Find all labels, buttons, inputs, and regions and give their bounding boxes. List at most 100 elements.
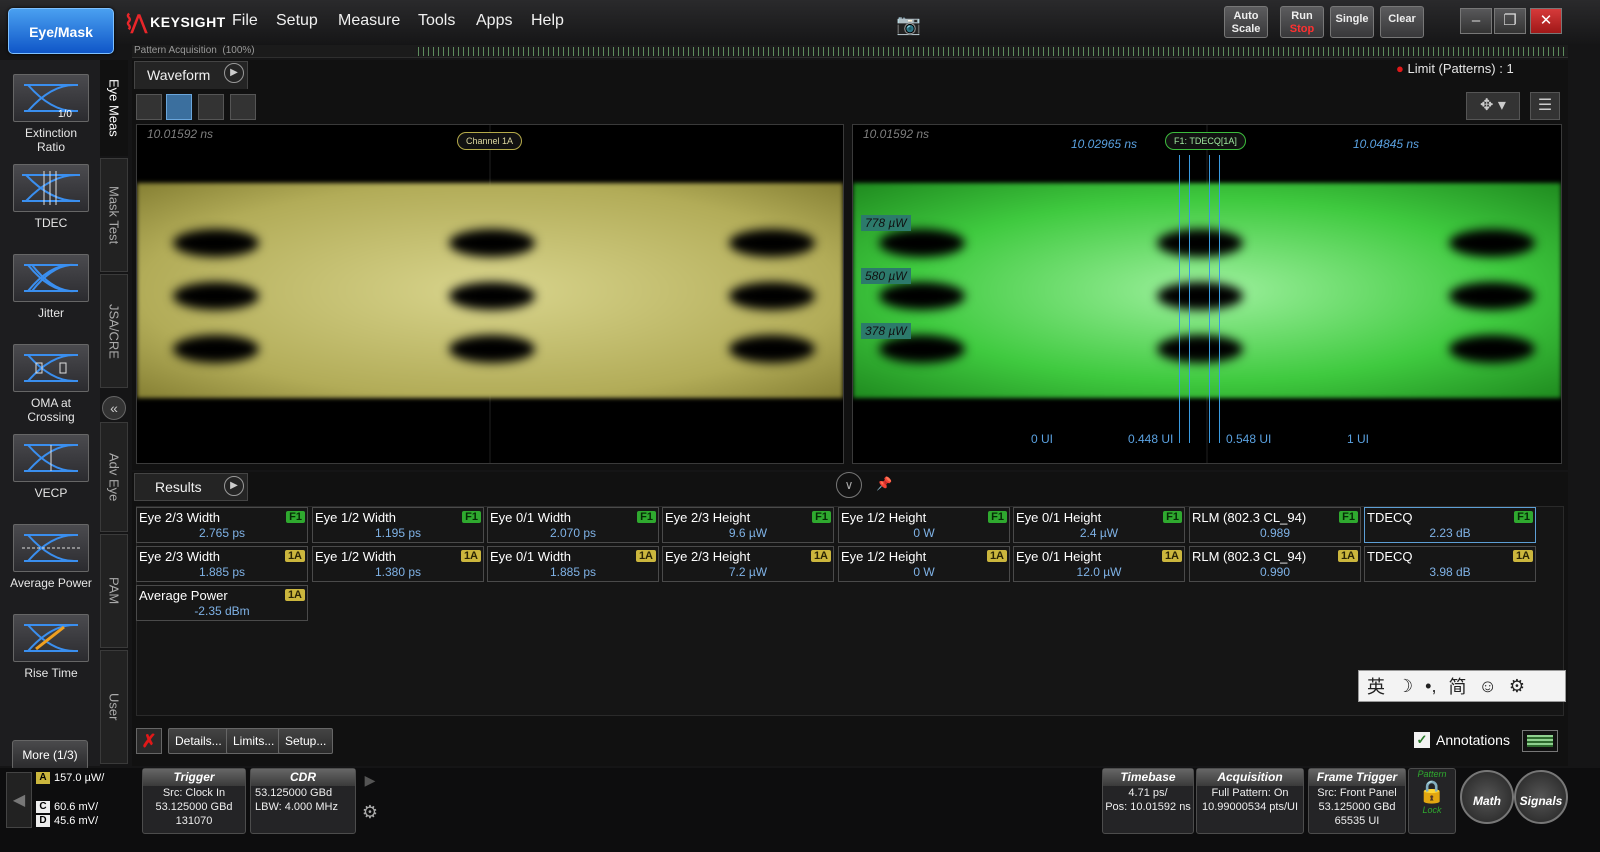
gear-icon[interactable]: ⚙ xyxy=(358,802,382,828)
menu-help[interactable]: Help xyxy=(531,12,564,30)
play-icon[interactable]: ▶ xyxy=(224,476,244,496)
waveform-tab-label: Waveform xyxy=(147,67,211,83)
tool-jitter[interactable]: Jitter xyxy=(10,254,92,320)
setup-button[interactable]: Setup... xyxy=(278,728,334,754)
emoji-icon[interactable]: ☺ xyxy=(1478,676,1496,697)
signals-button[interactable]: Signals xyxy=(1514,770,1568,824)
autoscale-button[interactable]: Auto Scale xyxy=(1224,6,1268,38)
tab-user[interactable]: User xyxy=(100,650,128,764)
result-cell[interactable]: Average Power 1A -2.35 dBm xyxy=(136,585,308,621)
result-cell[interactable]: Eye 0/1 Width F1 2.070 ps xyxy=(487,507,659,543)
result-cell[interactable]: RLM (802.3 CL_94) 1A 0.990 xyxy=(1189,546,1361,582)
timebase-position: Pos: 10.01592 ns xyxy=(1105,801,1191,813)
channel-a-scale[interactable]: A 157.0 µW/ xyxy=(36,772,104,784)
gear-icon[interactable]: ⚙ xyxy=(1509,676,1525,697)
scroll-left-icon[interactable]: ◀ xyxy=(6,772,32,828)
single-button[interactable]: Single xyxy=(1330,6,1374,38)
frame-trigger-ui: 65535 UI xyxy=(1334,815,1380,827)
result-cell[interactable]: Eye 1/2 Width 1A 1.380 ps xyxy=(312,546,484,582)
clear-button[interactable]: Clear xyxy=(1380,6,1424,38)
camera-icon[interactable]: 📷 xyxy=(896,12,924,36)
cdr-panel[interactable]: CDR 53.125000 GBd LBW: 4.000 MHz xyxy=(250,768,356,834)
moon-icon[interactable]: ☽ xyxy=(1397,676,1413,697)
result-cell[interactable]: Eye 2/3 Width F1 2.765 ps xyxy=(136,507,308,543)
result-cell[interactable]: Eye 2/3 Height 1A 7.2 µW xyxy=(662,546,834,582)
layout-quad-icon[interactable] xyxy=(230,94,256,120)
source-badge: F1 xyxy=(988,511,1007,523)
brand-name: KEYSIGHT xyxy=(150,14,226,30)
tool-label: Average Power xyxy=(10,576,92,590)
math-button[interactable]: Math xyxy=(1460,770,1514,824)
result-cell[interactable]: Eye 2/3 Height F1 9.6 µW xyxy=(662,507,834,543)
result-cell[interactable]: Eye 0/1 Height 1A 12.0 µW xyxy=(1013,546,1185,582)
chevron-down-icon[interactable]: ∨ xyxy=(836,472,862,498)
menu-file[interactable]: File xyxy=(232,12,258,30)
result-cell[interactable]: Eye 1/2 Height 1A 0 W xyxy=(838,546,1010,582)
result-cell[interactable]: Eye 0/1 Height F1 2.4 µW xyxy=(1013,507,1185,543)
menu-measure[interactable]: Measure xyxy=(338,12,400,30)
menu-icon[interactable]: ☰ xyxy=(1530,92,1560,120)
tab-eye-meas[interactable]: Eye Meas xyxy=(100,60,128,156)
layout-single-icon[interactable] xyxy=(136,94,162,120)
simplified-icon[interactable]: 简 xyxy=(1448,673,1466,699)
result-cell[interactable]: Eye 1/2 Height F1 0 W xyxy=(838,507,1010,543)
source-badge: 1A xyxy=(986,550,1007,562)
tab-pam[interactable]: PAM xyxy=(100,534,128,648)
restore-icon[interactable]: ❐ xyxy=(1494,8,1526,34)
details-button[interactable]: Details... xyxy=(168,728,229,754)
tab-adv-eye[interactable]: Adv Eye xyxy=(100,422,128,532)
menu-apps[interactable]: Apps xyxy=(476,12,512,30)
limits-button[interactable]: Limits... xyxy=(226,728,282,754)
layout-stacked-icon[interactable] xyxy=(198,94,224,120)
source-badge: F1 xyxy=(637,511,656,523)
channel-d-scale[interactable]: D 45.6 mV/ xyxy=(36,815,98,827)
trigger-panel[interactable]: Trigger Src: Clock In 53.125000 GBd 131070 xyxy=(142,768,246,834)
menu-tools[interactable]: Tools xyxy=(418,12,455,30)
function-tag[interactable]: F1: TDECQ[1A] xyxy=(1165,132,1246,150)
close-icon[interactable]: ✕ xyxy=(1530,8,1562,34)
pan-zoom-icon[interactable]: ✥ ▾ xyxy=(1466,92,1520,120)
result-cell[interactable]: Eye 0/1 Width 1A 1.885 ps xyxy=(487,546,659,582)
result-cell[interactable]: TDECQ 1A 3.98 dB xyxy=(1364,546,1536,582)
frame-trigger-panel[interactable]: Frame Trigger Src: Front Panel 53.125000 G… xyxy=(1308,768,1406,834)
menu-setup[interactable]: Setup xyxy=(276,12,318,30)
result-cell[interactable]: RLM (802.3 CL_94) F1 0.989 xyxy=(1189,507,1361,543)
result-cell[interactable]: TDECQ F1 2.23 dB xyxy=(1364,507,1536,543)
collapse-panel-icon[interactable]: « xyxy=(102,396,126,420)
checkbox-icon[interactable]: ✓ xyxy=(1414,732,1430,748)
punctuation-icon[interactable]: •, xyxy=(1425,676,1436,697)
tool-rise-time[interactable]: Rise Time xyxy=(10,614,92,680)
result-value: 0.989 xyxy=(1259,526,1291,540)
more-tools-button[interactable]: More (1/3) xyxy=(12,740,88,770)
ime-english-icon[interactable]: 英 xyxy=(1367,673,1385,699)
pin-icon[interactable]: 📌 xyxy=(876,476,892,492)
tool-vecp[interactable]: VECP xyxy=(10,434,92,500)
annotation-style-icon[interactable] xyxy=(1522,730,1558,752)
tab-jsa-cre[interactable]: JSA/CRE xyxy=(100,274,128,388)
run-stop-button[interactable]: Run Stop xyxy=(1280,6,1324,38)
tool-oma-crossing[interactable]: OMA at Crossing xyxy=(10,344,92,424)
acquisition-panel[interactable]: Acquisition Full Pattern: On 10.99000534 p… xyxy=(1196,768,1304,834)
tab-mask-test[interactable]: Mask Test xyxy=(100,158,128,272)
delete-measurement-icon[interactable]: ✗ xyxy=(136,728,162,754)
annotations-toggle[interactable]: ✓ Annotations xyxy=(1414,732,1510,748)
source-badge: F1 xyxy=(812,511,831,523)
eye-diagram-f1-tdecq[interactable]: 10.01592 ns F1: TDECQ[1A] 10.02965 ns 10… xyxy=(852,124,1562,464)
layout-split-icon[interactable] xyxy=(166,94,192,120)
play-icon[interactable]: ▶ xyxy=(224,63,244,83)
eye-diagram-channel-1a[interactable]: 10.01592 ns Channel 1A xyxy=(136,124,844,464)
tool-tdec[interactable]: TDEC xyxy=(10,164,92,230)
pattern-lock-panel[interactable]: Pattern 🔒 Lock xyxy=(1408,768,1456,834)
result-cell[interactable]: Eye 2/3 Width 1A 1.885 ps xyxy=(136,546,308,582)
channel-c-scale[interactable]: C 60.6 mV/ xyxy=(36,801,98,813)
run-label: Run xyxy=(1291,10,1313,22)
eye-mask-mode-button[interactable]: Eye/Mask xyxy=(8,8,114,54)
tool-average-power[interactable]: Average Power xyxy=(10,524,92,590)
minimize-icon[interactable]: ‒ xyxy=(1460,8,1492,34)
lock-icon: 🔒 xyxy=(1418,779,1446,804)
channel-tag[interactable]: Channel 1A xyxy=(457,132,523,150)
result-cell[interactable]: Eye 1/2 Width F1 1.195 ps xyxy=(312,507,484,543)
scroll-right-icon[interactable]: ▶ xyxy=(358,772,382,798)
tool-extinction-ratio[interactable]: 1/0 Extinction Ratio xyxy=(10,74,92,154)
timebase-panel[interactable]: Timebase 4.71 ps/Pos: 10.01592 ns xyxy=(1102,768,1194,834)
